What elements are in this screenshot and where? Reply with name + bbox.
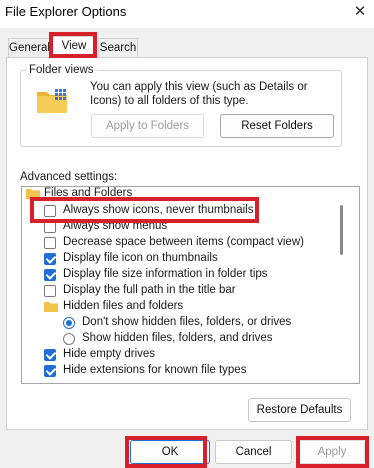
setting-label: Always show menus bbox=[63, 220, 168, 232]
radio-button[interactable] bbox=[63, 317, 75, 329]
apply-to-folders-button[interactable]: Apply to Folders bbox=[91, 114, 204, 138]
tab-search[interactable]: Search bbox=[98, 38, 138, 58]
close-icon[interactable]: ✕ bbox=[350, 2, 370, 22]
tree-group-label: Hidden files and folders bbox=[63, 300, 184, 312]
checkbox[interactable] bbox=[44, 269, 56, 281]
reset-folders-button[interactable]: Reset Folders bbox=[220, 114, 334, 138]
restore-defaults-button[interactable]: Restore Defaults bbox=[248, 398, 351, 422]
checkbox[interactable] bbox=[44, 253, 56, 265]
setting-label: Decrease space between items (compact vi… bbox=[63, 236, 304, 248]
setting-label: Hide empty drives bbox=[63, 348, 156, 360]
window-title: File Explorer Options bbox=[5, 4, 127, 19]
setting-label: Don't show hidden files, folders, or dri… bbox=[82, 316, 292, 328]
checkbox[interactable] bbox=[44, 365, 56, 377]
tab-general[interactable]: General bbox=[8, 38, 50, 58]
setting-label: Always show icons, never thumbnails bbox=[63, 204, 254, 216]
checkbox[interactable] bbox=[44, 237, 56, 249]
folder-views-legend: Folder views bbox=[26, 64, 97, 76]
folder-icon bbox=[44, 302, 58, 312]
scrollbar-thumb[interactable] bbox=[340, 205, 343, 255]
setting-label: Display file icon on thumbnails bbox=[63, 252, 218, 264]
tree-group-label: Files and Folders bbox=[44, 187, 133, 199]
checkbox[interactable] bbox=[44, 349, 56, 361]
setting-label: Display the full path in the title bar bbox=[63, 284, 236, 296]
advanced-settings-label: Advanced settings: bbox=[20, 171, 118, 183]
setting-label: Display file size information in folder … bbox=[63, 268, 268, 280]
folder-views-description: You can apply this view (such as Details… bbox=[90, 81, 308, 107]
checkbox[interactable] bbox=[44, 205, 56, 217]
setting-label: Hide extensions for known file types bbox=[63, 364, 247, 376]
checkbox[interactable] bbox=[44, 221, 56, 233]
advanced-settings-tree[interactable]: Files and Folders Always show icons, nev… bbox=[21, 186, 360, 384]
apply-button[interactable]: Apply bbox=[299, 440, 365, 464]
radio-button[interactable] bbox=[63, 333, 75, 345]
cancel-button[interactable]: Cancel bbox=[215, 440, 292, 464]
tab-view[interactable]: View bbox=[52, 36, 96, 58]
setting-label: Show hidden files, folders, and drives bbox=[82, 332, 273, 344]
folder-icon bbox=[26, 189, 40, 199]
checkbox[interactable] bbox=[44, 285, 56, 297]
folder-grid-icon bbox=[37, 89, 67, 113]
ok-button[interactable]: OK bbox=[130, 440, 210, 464]
